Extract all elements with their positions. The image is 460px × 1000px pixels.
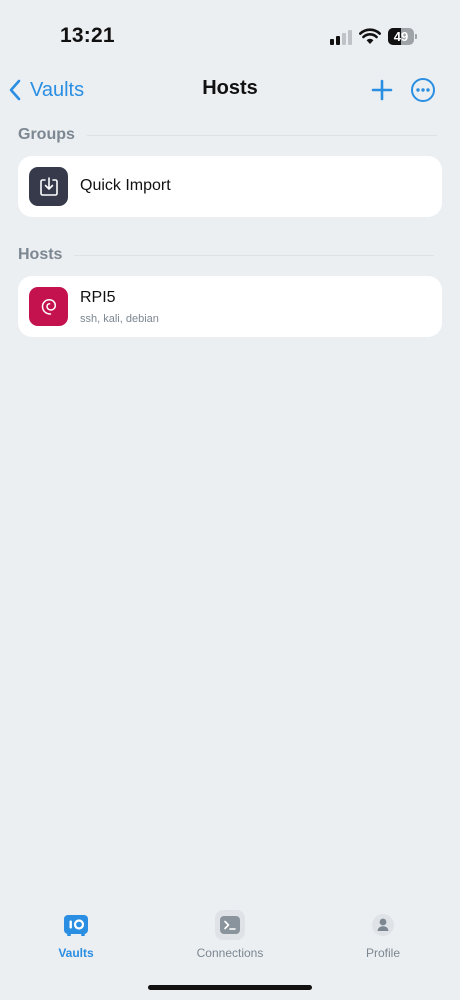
groups-section-header: Groups	[18, 125, 437, 145]
terminal-icon	[215, 910, 245, 940]
tab-label: Connections	[196, 946, 264, 960]
battery-icon: 49	[388, 28, 418, 45]
battery-level: 49	[393, 29, 409, 44]
tab-connections[interactable]: Connections	[170, 910, 290, 960]
hosts-section-header: Hosts	[18, 245, 435, 265]
cellular-signal-icon	[330, 29, 352, 45]
home-indicator	[148, 985, 312, 990]
status-bar: 13:21 49	[0, 0, 460, 70]
tab-profile[interactable]: Profile	[323, 910, 443, 960]
section-label: Groups	[18, 126, 75, 143]
section-divider	[74, 254, 435, 256]
group-item-quick-import[interactable]: Quick Import	[18, 156, 442, 217]
host-item-label: RPI5	[80, 289, 116, 306]
tab-label: Vaults	[58, 946, 94, 960]
tab-vaults[interactable]: Vaults	[16, 910, 136, 960]
hosts-screen: 13:21 49 Vaults Hosts Groups Quick Impor…	[0, 0, 460, 1000]
section-divider	[86, 134, 437, 136]
debian-logo-icon	[29, 287, 68, 326]
vault-icon	[61, 910, 91, 940]
host-item-tags: ssh, kali, debian	[80, 313, 159, 325]
status-time: 13:21	[60, 24, 115, 47]
section-label: Hosts	[18, 246, 63, 263]
person-icon	[368, 910, 398, 940]
tab-label: Profile	[365, 946, 400, 960]
navigation-bar: Vaults Hosts	[0, 70, 460, 110]
group-item-label: Quick Import	[80, 177, 171, 194]
wifi-icon	[359, 28, 381, 44]
import-icon	[29, 167, 68, 206]
more-options-button[interactable]	[410, 77, 436, 103]
add-button[interactable]	[370, 78, 394, 102]
host-item-rpi5[interactable]: RPI5 ssh, kali, debian	[18, 276, 442, 337]
